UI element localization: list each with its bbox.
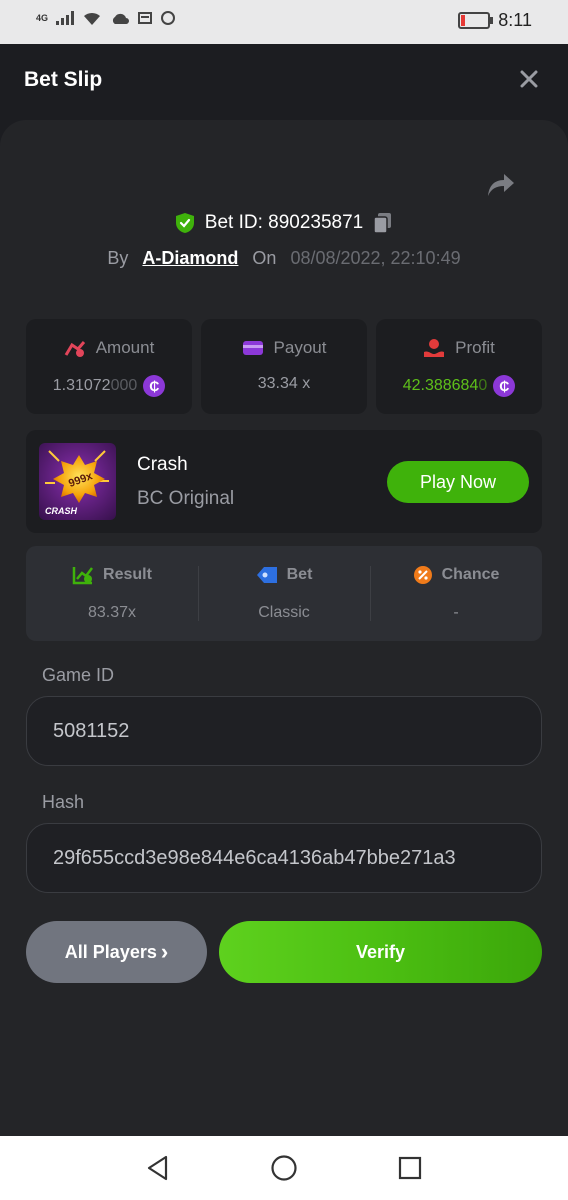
- status-bar: 4G 8:11: [0, 0, 568, 44]
- all-players-button[interactable]: All Players ›: [26, 921, 207, 983]
- system-nav-bar: [0, 1136, 568, 1200]
- hash-field[interactable]: 29f655ccd3e98e844e6ca4136ab47bbe271a3: [26, 823, 542, 893]
- amount-label: Amount: [95, 338, 155, 357]
- status-icons-right: 8:11: [458, 10, 532, 31]
- amount-value-trailing: 000: [110, 377, 138, 394]
- bet-id-text: Bet ID: 890235871: [204, 212, 364, 233]
- cloud-icon: [112, 13, 130, 24]
- result-column: Result 83.37x: [26, 546, 198, 641]
- payout-value: 33.34 x: [257, 375, 311, 392]
- payout-label: Payout: [273, 338, 327, 357]
- chance-label: Chance: [441, 566, 500, 583]
- copy-icon[interactable]: [373, 212, 393, 234]
- profit-icon: [424, 339, 445, 357]
- share-button[interactable]: [486, 172, 520, 202]
- profit-label: Profit: [455, 338, 495, 357]
- bet-label: Bet: [286, 566, 313, 583]
- bet-id-row: Bet ID: 890235871: [0, 212, 568, 234]
- result-label: Result: [103, 566, 152, 583]
- chance-column: Chance -: [370, 546, 542, 641]
- close-button[interactable]: [514, 64, 544, 94]
- bet-value: Classic: [258, 604, 310, 621]
- wallet-icon: [242, 341, 263, 355]
- page-title: Bet Slip: [24, 68, 103, 91]
- amount-icon: [64, 341, 85, 357]
- game-id-field[interactable]: 5081152: [26, 696, 542, 766]
- verify-button[interactable]: Verify: [219, 921, 542, 983]
- coin-icon: ₵: [143, 375, 166, 397]
- chance-value: -: [453, 604, 459, 621]
- game-card: 999x CRASH Crash BC Original Play Now: [26, 430, 542, 533]
- amount-card: Amount 1.31072000 ₵: [26, 319, 192, 414]
- bet-details: Result 83.37x Bet Classic Chance -: [26, 546, 542, 641]
- game-id-label: Game ID: [42, 665, 115, 685]
- header: Bet Slip: [0, 44, 568, 120]
- amount-value: 1.31072: [52, 377, 111, 394]
- stats-row: Amount 1.31072000 ₵ Payout 33.34 x Profi…: [26, 319, 542, 414]
- coin-icon: ₵: [493, 375, 516, 397]
- profit-card: Profit 42.3886840 ₵: [376, 319, 542, 414]
- bet-byline: By A-Diamond On 08/08/2022, 22:10:49: [0, 248, 568, 269]
- signal-icon: [56, 11, 75, 25]
- profit-value-trailing: 0: [478, 377, 488, 394]
- bet-slip-panel: Bet ID: 890235871 By A-Diamond On 08/08/…: [0, 120, 568, 1136]
- payout-card: Payout 33.34 x: [201, 319, 367, 414]
- share-icon: [488, 174, 514, 196]
- percent-icon: [413, 566, 432, 584]
- bet-datetime: 08/08/2022, 22:10:49: [290, 248, 461, 268]
- game-provider: BC Original: [137, 488, 235, 509]
- by-label: By: [107, 248, 129, 268]
- message-icon: [138, 12, 153, 24]
- crash-game-thumbnail[interactable]: 999x CRASH: [39, 443, 116, 520]
- all-players-label: All Players: [64, 941, 157, 962]
- play-now-button[interactable]: Play Now: [387, 461, 529, 503]
- verified-shield-icon: [175, 213, 194, 233]
- home-icon[interactable]: [270, 1154, 298, 1182]
- chevron-right-icon: ›: [160, 939, 169, 964]
- game-name: Crash: [137, 454, 188, 475]
- bet-column: Bet Classic: [198, 546, 370, 641]
- recents-icon[interactable]: [396, 1154, 424, 1182]
- bet-tag-icon: [256, 567, 277, 583]
- result-chart-icon: [72, 567, 94, 585]
- on-label: On: [252, 248, 277, 268]
- back-icon[interactable]: [144, 1154, 172, 1182]
- network-type: 4G: [36, 13, 49, 23]
- wifi-icon: [84, 12, 101, 25]
- status-icons-left: 4G: [36, 10, 176, 26]
- clock: 8:11: [498, 10, 532, 30]
- profit-value: 42.388684: [402, 377, 479, 394]
- player-link[interactable]: A-Diamond: [142, 248, 238, 269]
- thumb-caption: CRASH: [45, 506, 78, 516]
- result-value: 83.37x: [87, 604, 137, 621]
- hash-label: Hash: [42, 792, 85, 812]
- battery-icon: [458, 12, 494, 29]
- sync-icon: [161, 11, 176, 25]
- close-icon: [520, 70, 538, 88]
